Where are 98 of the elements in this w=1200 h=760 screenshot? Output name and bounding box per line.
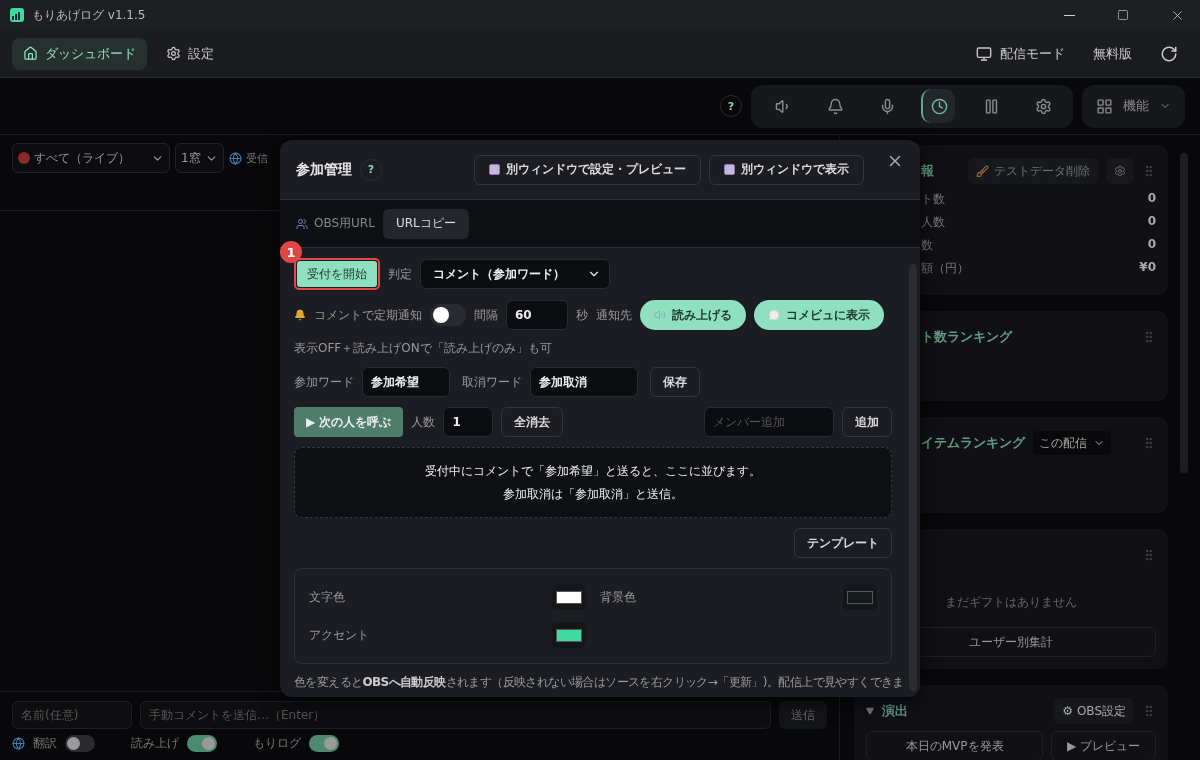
stat-value: 0 bbox=[1147, 191, 1156, 207]
nav-tab[interactable]: 設定 bbox=[155, 37, 225, 70]
live-dot-icon bbox=[18, 152, 30, 164]
stream-mode-button[interactable]: 配信モード bbox=[966, 44, 1075, 63]
broom-icon bbox=[976, 164, 989, 178]
copy-url-button[interactable]: URLコピー bbox=[382, 208, 469, 239]
plan-label[interactable]: 無料版 bbox=[1083, 44, 1142, 63]
settings-icon bbox=[1114, 165, 1126, 177]
panel-title: 演出 bbox=[882, 702, 908, 720]
globe-icon bbox=[228, 151, 242, 165]
judge-select[interactable]: コメント（参加ワード） bbox=[420, 259, 610, 289]
template-button[interactable]: テンプレート bbox=[794, 528, 892, 558]
color-picker[interactable] bbox=[552, 622, 586, 648]
home-icon bbox=[23, 46, 38, 61]
hint-text: 表示OFF＋読み上げONで「読み上げのみ」も可 bbox=[294, 340, 553, 357]
minimize-icon bbox=[1063, 14, 1075, 16]
open-settings-window-button[interactable]: 別ウィンドウで設定・プレビュー bbox=[474, 154, 701, 185]
settings-button[interactable] bbox=[1106, 158, 1134, 184]
cancel-word-label: 取消ワード bbox=[462, 373, 522, 391]
features-button[interactable]: 機能 bbox=[1082, 84, 1185, 128]
join-word-input[interactable]: 参加希望 bbox=[362, 367, 450, 397]
step-badge: 1 bbox=[280, 241, 302, 263]
source-select[interactable]: すべて（ライブ） bbox=[12, 143, 170, 173]
open-display-window-button[interactable]: 別ウィンドウで表示 bbox=[709, 154, 864, 185]
target-label: 通知先 bbox=[596, 306, 632, 324]
bell-icon bbox=[294, 309, 306, 321]
color-picker[interactable] bbox=[552, 584, 586, 610]
toggle-switch[interactable] bbox=[65, 735, 95, 752]
clock-button[interactable] bbox=[921, 89, 955, 123]
window-title: もりあげログ v1.1.5 bbox=[32, 6, 147, 24]
cancel-word-input[interactable]: 参加取消 bbox=[530, 367, 638, 397]
queue-message: 受付中にコメントで「参加希望」と送ると、ここに並びます。 bbox=[425, 462, 761, 480]
toggle-switch[interactable] bbox=[187, 735, 217, 752]
comment-input[interactable]: 手動コメントを送信…（Enter） bbox=[140, 701, 771, 729]
interval-input[interactable]: 60 bbox=[506, 300, 568, 330]
queue-area[interactable]: 受付中にコメントで「参加希望」と送ると、ここに並びます。 参加取消は「参加取消」と送信。 bbox=[294, 447, 892, 518]
add-button[interactable]: 追加 bbox=[842, 407, 892, 437]
color-label: 背景色 bbox=[600, 588, 636, 606]
call-next-button[interactable]: ▶ 次の人を呼ぶ bbox=[294, 407, 404, 437]
auto-reflect-note: 色を変えるとOBSへ自動反映されます（反映されない場合はソースを右クリック→「更新」)。配信上で見やすくできま bbox=[294, 674, 905, 691]
save-button[interactable]: 保存 bbox=[650, 367, 700, 397]
count-label: 人数 bbox=[411, 413, 436, 431]
notify-label: コメントで定期通知 bbox=[314, 306, 422, 324]
obs-settings-button[interactable]: ⚙ OBS設定 bbox=[1054, 698, 1134, 724]
speaker-icon bbox=[654, 309, 666, 321]
color-label: 文字色 bbox=[309, 588, 345, 606]
square-icon bbox=[724, 164, 735, 175]
window-count-select[interactable]: 1窓 bbox=[175, 143, 224, 173]
stat-label: 額（円） bbox=[921, 260, 969, 277]
app-logo-icon bbox=[10, 8, 24, 22]
stat-label: 数 bbox=[921, 237, 933, 254]
square-icon bbox=[489, 164, 500, 175]
stat-value: 0 bbox=[1147, 237, 1156, 253]
obs-url-label: OBS用URL bbox=[314, 215, 375, 232]
collapse-arrow-icon[interactable] bbox=[866, 707, 874, 715]
period-select[interactable]: この配信 bbox=[1033, 431, 1111, 455]
read-aloud-toggle[interactable]: 読み上げる bbox=[640, 300, 746, 330]
clear-test-data-button[interactable]: テストデータ削除 bbox=[968, 158, 1098, 184]
empty-message: まだギフトはありません bbox=[944, 594, 1078, 612]
stat-label: 人数 bbox=[921, 214, 945, 231]
join-word-label: 参加ワード bbox=[294, 373, 354, 391]
interval-label: 間隔 bbox=[474, 306, 498, 324]
refresh-icon bbox=[1160, 44, 1178, 63]
toggle-label: 翻訳 bbox=[33, 735, 57, 752]
receive-label: 受信 bbox=[245, 150, 268, 166]
stat-value: 0 bbox=[1147, 214, 1156, 230]
queue-message: 参加取消は「参加取消」と送信。 bbox=[503, 485, 683, 503]
grid-icon bbox=[1096, 97, 1113, 115]
maximize-icon bbox=[1117, 9, 1129, 21]
nav-tab[interactable]: ダッシュボード bbox=[12, 37, 147, 70]
color-label: アクセント bbox=[309, 626, 369, 644]
toggle-switch[interactable] bbox=[430, 304, 466, 326]
clear-all-button[interactable]: 全消去 bbox=[501, 407, 564, 437]
start-reception-button[interactable]: 受付を開始 bbox=[297, 261, 377, 287]
toggle-switch[interactable] bbox=[309, 735, 339, 752]
bell-icon bbox=[826, 97, 844, 115]
member-input[interactable]: メンバー追加 bbox=[704, 407, 834, 437]
globe-icon bbox=[12, 737, 25, 750]
dialog-title: 参加管理 bbox=[296, 160, 352, 179]
unit-label: 秒 bbox=[576, 306, 588, 324]
panel-title: イテムランキング bbox=[921, 434, 1025, 452]
comment-viewer-toggle[interactable]: コメビュに表示 bbox=[754, 300, 884, 330]
count-input[interactable]: 1 bbox=[443, 407, 494, 437]
panel-title: ト数ランキング bbox=[921, 328, 1012, 346]
color-picker[interactable] bbox=[843, 584, 877, 610]
panel-title: 報 bbox=[921, 162, 934, 180]
toggle-label: 読み上げ bbox=[131, 735, 179, 752]
monitor-icon bbox=[976, 45, 992, 62]
name-input[interactable]: 名前(任意) bbox=[12, 701, 132, 729]
stat-value: ¥0 bbox=[1139, 260, 1156, 276]
stat-label: ト数 bbox=[921, 191, 945, 208]
settings-icon bbox=[1034, 97, 1052, 115]
judge-label: 判定 bbox=[388, 265, 412, 283]
speech-bubble-icon bbox=[768, 309, 780, 321]
clock-icon bbox=[930, 97, 948, 115]
settings-icon bbox=[166, 46, 181, 61]
toggle-label: もりログ bbox=[253, 735, 301, 752]
people-icon bbox=[296, 217, 308, 230]
